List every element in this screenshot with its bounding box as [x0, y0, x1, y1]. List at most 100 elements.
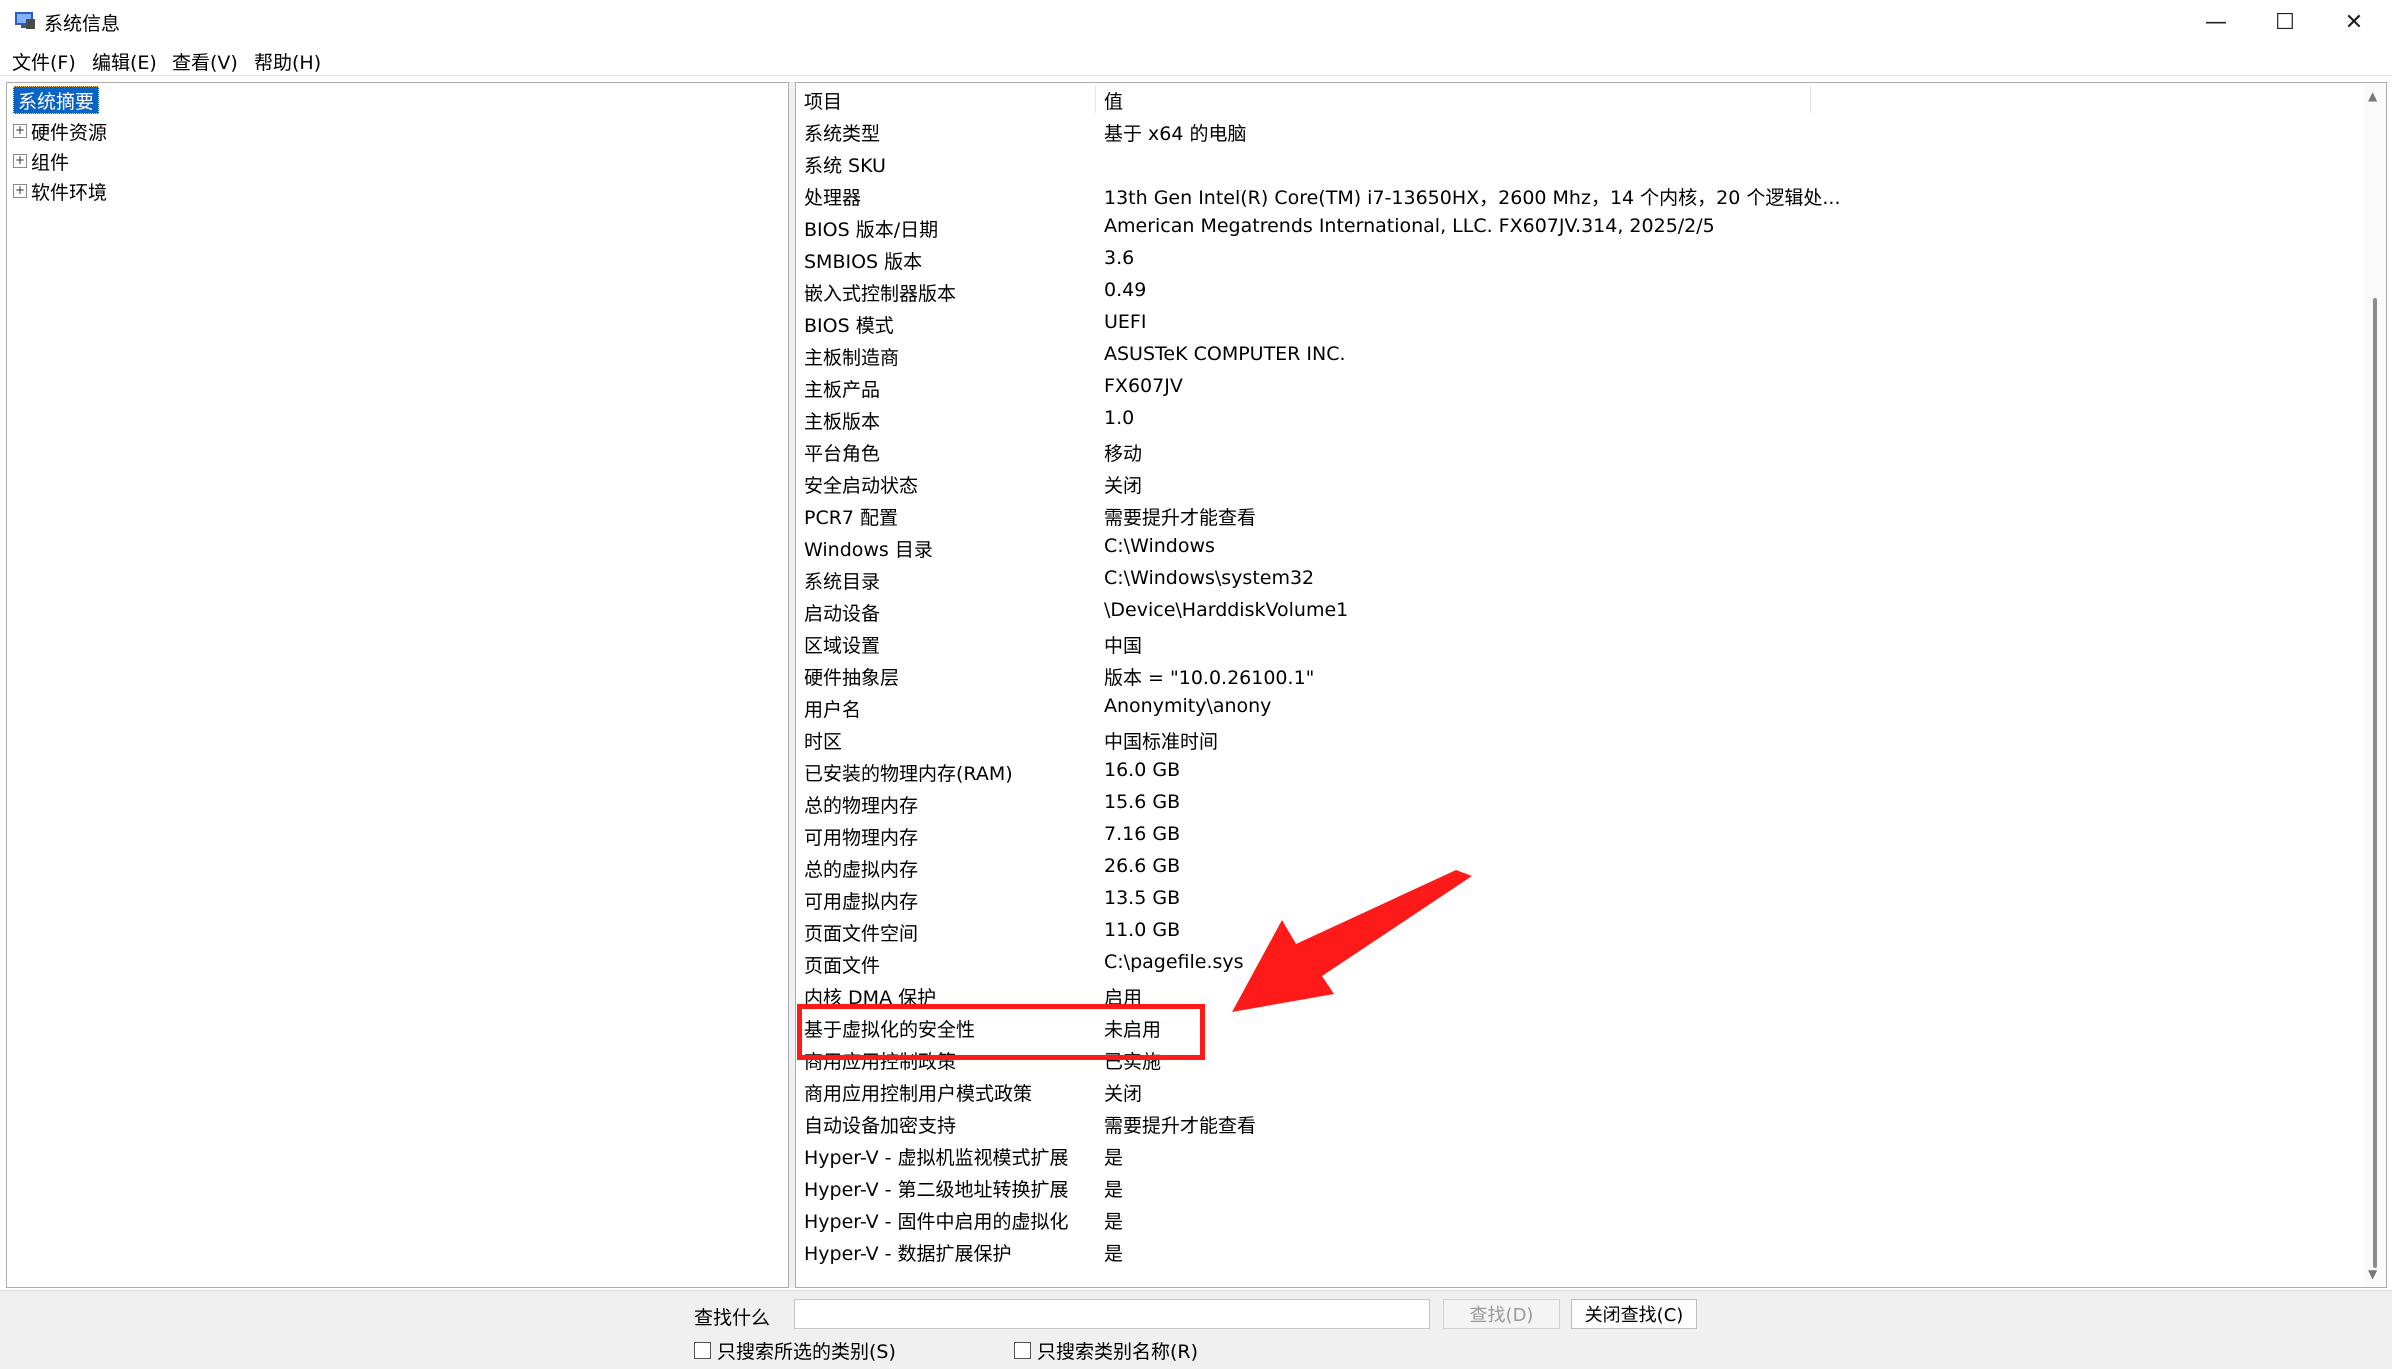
- row-item-name: 系统目录: [804, 571, 881, 593]
- row-item-name: Hyper-V - 数据扩展保护: [804, 1243, 1012, 1265]
- row-item-value: 关闭: [1104, 475, 1143, 497]
- search-selected-category-option[interactable]: 只搜索所选的类别(S): [694, 1337, 896, 1364]
- expand-plus-icon[interactable]: +: [13, 184, 27, 198]
- row-item-name: 可用虚拟内存: [804, 891, 919, 913]
- find-bar: 查找什么 查找(D) 关闭查找(C) 只搜索所选的类别(S) 只搜索类别名称(R…: [0, 1290, 2392, 1369]
- scroll-down-arrow-icon[interactable]: ▼: [2368, 1267, 2377, 1281]
- table-row[interactable]: 页面文件 C:\pagefile.sys: [796, 947, 2356, 979]
- menu-view[interactable]: 查看(V): [172, 48, 238, 75]
- table-row[interactable]: 总的物理内存 15.6 GB: [796, 787, 2356, 819]
- table-row[interactable]: 已安装的物理内存(RAM) 16.0 GB: [796, 755, 2356, 787]
- vertical-scrollbar[interactable]: ▲ ▼: [2364, 83, 2386, 1287]
- menu-bar: 文件(F) 编辑(E) 查看(V) 帮助(H): [0, 44, 2392, 76]
- row-item-value: Anonymity\anony: [1104, 695, 1272, 717]
- table-row[interactable]: 安全启动状态 关闭: [796, 467, 2356, 499]
- maximize-button[interactable]: ☐: [2251, 0, 2319, 44]
- menu-edit[interactable]: 编辑(E): [92, 48, 157, 75]
- table-row[interactable]: Windows 目录 C:\Windows: [796, 531, 2356, 563]
- row-item-name: 用户名: [804, 699, 862, 721]
- scroll-thumb[interactable]: [2373, 298, 2377, 1268]
- table-row[interactable]: 处理器 13th Gen Intel(R) Core(TM) i7-13650HX…: [796, 179, 2356, 211]
- row-item-value: 11.0 GB: [1104, 919, 1181, 941]
- scroll-up-arrow-icon[interactable]: ▲: [2368, 89, 2377, 103]
- table-row[interactable]: 时区 中国标准时间: [796, 723, 2356, 755]
- column-divider[interactable]: [1810, 85, 1811, 113]
- tree-item-label: 系统摘要: [13, 86, 100, 114]
- row-item-name: 平台角色: [804, 443, 881, 465]
- row-item-value: 需要提升才能查看: [1104, 507, 1257, 529]
- table-row[interactable]: 系统类型 基于 x64 的电脑: [796, 115, 2356, 147]
- row-item-name: 主板版本: [804, 411, 881, 433]
- table-row[interactable]: BIOS 模式 UEFI: [796, 307, 2356, 339]
- close-find-button[interactable]: 关闭查找(C): [1571, 1299, 1697, 1329]
- table-row[interactable]: 页面文件空间 11.0 GB: [796, 915, 2356, 947]
- row-item-value: 13.5 GB: [1104, 887, 1181, 909]
- find-input[interactable]: [794, 1299, 1430, 1329]
- table-row[interactable]: SMBIOS 版本 3.6: [796, 243, 2356, 275]
- row-item-name: 时区: [804, 731, 843, 753]
- column-divider[interactable]: [1095, 85, 1096, 113]
- table-row[interactable]: 嵌入式控制器版本 0.49: [796, 275, 2356, 307]
- row-item-name: 启动设备: [804, 603, 881, 625]
- row-item-name: 自动设备加密支持: [804, 1115, 957, 1137]
- row-item-value: UEFI: [1104, 311, 1147, 333]
- find-label: 查找什么: [694, 1307, 771, 1329]
- window-title: 系统信息: [44, 13, 121, 35]
- column-header-value[interactable]: 值: [1104, 87, 1123, 114]
- table-row[interactable]: 主板版本 1.0: [796, 403, 2356, 435]
- table-row[interactable]: 总的虚拟内存 26.6 GB: [796, 851, 2356, 883]
- menu-file[interactable]: 文件(F): [12, 48, 76, 75]
- table-row[interactable]: 平台角色 移动: [796, 435, 2356, 467]
- category-tree[interactable]: 系统摘要 + 硬件资源 + 组件 + 软件环境: [6, 82, 789, 1288]
- row-item-name: 主板制造商: [804, 347, 900, 369]
- menu-help[interactable]: 帮助(H): [254, 48, 321, 75]
- row-item-name: 页面文件空间: [804, 923, 919, 945]
- table-row[interactable]: Hyper-V - 数据扩展保护 是: [796, 1235, 2356, 1267]
- row-item-value: 中国标准时间: [1104, 731, 1219, 753]
- tree-item-hardware-resources[interactable]: + 硬件资源: [13, 116, 107, 146]
- row-item-name: 主板产品: [804, 379, 881, 401]
- table-row[interactable]: 区域设置 中国: [796, 627, 2356, 659]
- row-item-value: American Megatrends International, LLC. …: [1104, 215, 1715, 237]
- find-button[interactable]: 查找(D): [1443, 1299, 1560, 1329]
- tree-item-label: 组件: [31, 151, 70, 174]
- column-header-item[interactable]: 项目: [804, 87, 842, 114]
- table-row[interactable]: 系统 SKU: [796, 147, 2356, 179]
- table-row[interactable]: Hyper-V - 固件中启用的虚拟化 是: [796, 1203, 2356, 1235]
- row-item-name: Windows 目录: [804, 539, 933, 561]
- search-category-names-checkbox[interactable]: [1014, 1342, 1031, 1359]
- search-category-names-option[interactable]: 只搜索类别名称(R): [1014, 1337, 1198, 1364]
- title-bar: 系统信息 — ☐ ✕: [0, 0, 2392, 44]
- table-row[interactable]: 自动设备加密支持 需要提升才能查看: [796, 1107, 2356, 1139]
- row-item-name: 系统 SKU: [804, 155, 886, 177]
- table-row[interactable]: 主板产品 FX607JV: [796, 371, 2356, 403]
- row-item-name: PCR7 配置: [804, 507, 899, 529]
- row-item-value: 关闭: [1104, 1083, 1143, 1105]
- table-row[interactable]: Hyper-V - 虚拟机监视模式扩展 是: [796, 1139, 2356, 1171]
- row-item-value: C:\Windows\system32: [1104, 567, 1315, 589]
- row-item-value: 26.6 GB: [1104, 855, 1181, 877]
- tree-item-components[interactable]: + 组件: [13, 146, 69, 176]
- row-item-value: 中国: [1104, 635, 1143, 657]
- minimize-button[interactable]: —: [2182, 0, 2250, 44]
- table-row[interactable]: 用户名 Anonymity\anony: [796, 691, 2356, 723]
- expand-plus-icon[interactable]: +: [13, 154, 27, 168]
- tree-item-software-environment[interactable]: + 软件环境: [13, 176, 107, 206]
- tree-item-system-summary[interactable]: 系统摘要: [13, 85, 100, 115]
- close-button[interactable]: ✕: [2320, 0, 2388, 44]
- table-row[interactable]: 启动设备 \Device\HarddiskVolume1: [796, 595, 2356, 627]
- table-row[interactable]: 硬件抽象层 版本 = "10.0.26100.1": [796, 659, 2356, 691]
- table-row[interactable]: Hyper-V - 第二级地址转换扩展 是: [796, 1171, 2356, 1203]
- table-row[interactable]: BIOS 版本/日期 American Megatrends Internatio…: [796, 211, 2356, 243]
- table-row[interactable]: 可用虚拟内存 13.5 GB: [796, 883, 2356, 915]
- table-row[interactable]: 主板制造商 ASUSTeK COMPUTER INC.: [796, 339, 2356, 371]
- row-item-value: 0.49: [1104, 279, 1147, 301]
- table-row[interactable]: 可用物理内存 7.16 GB: [796, 819, 2356, 851]
- row-item-value: 是: [1104, 1179, 1124, 1201]
- details-list[interactable]: 项目 值 系统类型 基于 x64 的电脑系统 SKU 处理器 13th Gen Int…: [795, 82, 2387, 1288]
- expand-plus-icon[interactable]: +: [13, 124, 27, 138]
- table-row[interactable]: PCR7 配置 需要提升才能查看: [796, 499, 2356, 531]
- search-selected-category-checkbox[interactable]: [694, 1342, 711, 1359]
- table-row[interactable]: 商用应用控制用户模式政策 关闭: [796, 1075, 2356, 1107]
- table-row[interactable]: 系统目录 C:\Windows\system32: [796, 563, 2356, 595]
